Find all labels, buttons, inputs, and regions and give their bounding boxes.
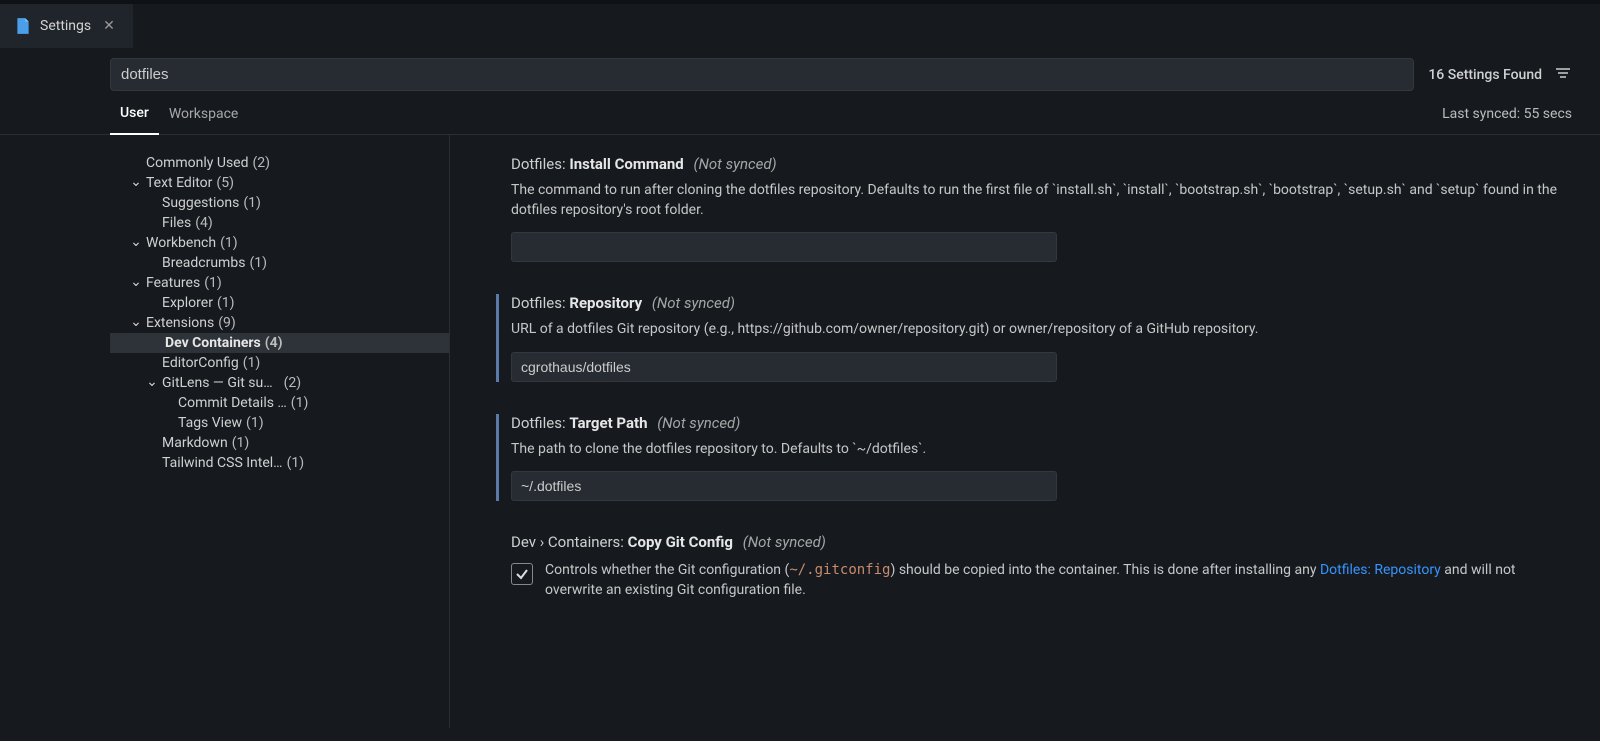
scope-tab-user[interactable]: User bbox=[110, 105, 159, 135]
setting-description: URL of a dotfiles Git repository (e.g., … bbox=[511, 320, 1572, 340]
scope-tab-workspace[interactable]: Workspace bbox=[159, 106, 249, 134]
close-icon[interactable]: ✕ bbox=[99, 16, 119, 36]
filter-icon[interactable] bbox=[1554, 64, 1572, 86]
setting-description: Controls whether the Git configuration (… bbox=[545, 561, 1572, 600]
chevron-down-icon: ⌄ bbox=[126, 174, 146, 190]
sidebar-item-commonly-used[interactable]: ›Commonly Used(2) bbox=[110, 153, 449, 173]
setting-dotfiles-target-path: Dotfiles: Target Path (Not synced) The p… bbox=[496, 414, 1572, 502]
settings-search-input[interactable] bbox=[110, 58, 1414, 91]
sidebar-item-files[interactable]: ›Files(4) bbox=[110, 213, 449, 233]
setting-dotfiles-repository: Dotfiles: Repository (Not synced) URL of… bbox=[496, 294, 1572, 382]
setting-title: Dotfiles: Install Command (Not synced) bbox=[511, 155, 1572, 173]
settings-content: Dotfiles: Install Command (Not synced) T… bbox=[450, 135, 1600, 728]
sidebar-item-text-editor[interactable]: ⌄Text Editor(5) bbox=[110, 173, 449, 193]
editor-tabbar: Settings ✕ bbox=[0, 4, 1600, 48]
sidebar-item-features[interactable]: ⌄Features(1) bbox=[110, 273, 449, 293]
target-path-input[interactable] bbox=[511, 471, 1057, 501]
file-icon bbox=[14, 17, 32, 35]
settings-scope-row: User Workspace Last synced: 55 secs bbox=[0, 91, 1600, 135]
setting-title: Dev › Containers: Copy Git Config (Not s… bbox=[511, 533, 1572, 551]
sidebar-item-editorconfig[interactable]: ›EditorConfig(1) bbox=[110, 353, 449, 373]
sidebar-item-suggestions[interactable]: ›Suggestions(1) bbox=[110, 193, 449, 213]
chevron-down-icon: ⌄ bbox=[142, 374, 162, 390]
sidebar-item-commit-details[interactable]: ›Commit Details …(1) bbox=[110, 393, 449, 413]
setting-title: Dotfiles: Repository (Not synced) bbox=[511, 294, 1572, 312]
settings-results-count: 16 Settings Found bbox=[1428, 67, 1542, 83]
checkmark-icon bbox=[515, 567, 529, 581]
sidebar-item-tailwind[interactable]: ›Tailwind CSS Intel…(1) bbox=[110, 453, 449, 473]
setting-title: Dotfiles: Target Path (Not synced) bbox=[511, 414, 1572, 432]
sidebar-item-explorer[interactable]: ›Explorer(1) bbox=[110, 293, 449, 313]
setting-description: The path to clone the dotfiles repositor… bbox=[511, 440, 1572, 460]
tab-title: Settings bbox=[40, 18, 91, 34]
tab-settings[interactable]: Settings ✕ bbox=[0, 4, 133, 48]
copy-git-config-checkbox[interactable] bbox=[511, 563, 533, 585]
chevron-down-icon: ⌄ bbox=[126, 234, 146, 250]
setting-description: The command to run after cloning the dot… bbox=[511, 181, 1572, 220]
install-command-input[interactable] bbox=[511, 232, 1057, 262]
sidebar-item-workbench[interactable]: ⌄Workbench(1) bbox=[110, 233, 449, 253]
dotfiles-repository-link[interactable]: Dotfiles: Repository bbox=[1320, 562, 1441, 578]
setting-dev-containers-copy-git-config: Dev › Containers: Copy Git Config (Not s… bbox=[496, 533, 1572, 600]
sidebar-item-markdown[interactable]: ›Markdown(1) bbox=[110, 433, 449, 453]
last-synced-label: Last synced: 55 secs bbox=[1442, 106, 1572, 134]
sidebar-item-extensions[interactable]: ⌄Extensions(9) bbox=[110, 313, 449, 333]
settings-search-row: 16 Settings Found bbox=[0, 48, 1600, 91]
setting-dotfiles-install-command: Dotfiles: Install Command (Not synced) T… bbox=[496, 155, 1572, 262]
chevron-down-icon: ⌄ bbox=[126, 314, 146, 330]
sidebar-item-tags-view[interactable]: ›Tags View(1) bbox=[110, 413, 449, 433]
sidebar-item-dev-containers[interactable]: ›Dev Containers(4) bbox=[110, 333, 449, 353]
settings-sidebar: ›Commonly Used(2) ⌄Text Editor(5) ›Sugge… bbox=[110, 135, 450, 728]
sidebar-item-breadcrumbs[interactable]: ›Breadcrumbs(1) bbox=[110, 253, 449, 273]
sidebar-item-gitlens[interactable]: ⌄GitLens — Git su… (2) bbox=[110, 373, 449, 393]
repository-input[interactable] bbox=[511, 352, 1057, 382]
chevron-down-icon: ⌄ bbox=[126, 274, 146, 290]
